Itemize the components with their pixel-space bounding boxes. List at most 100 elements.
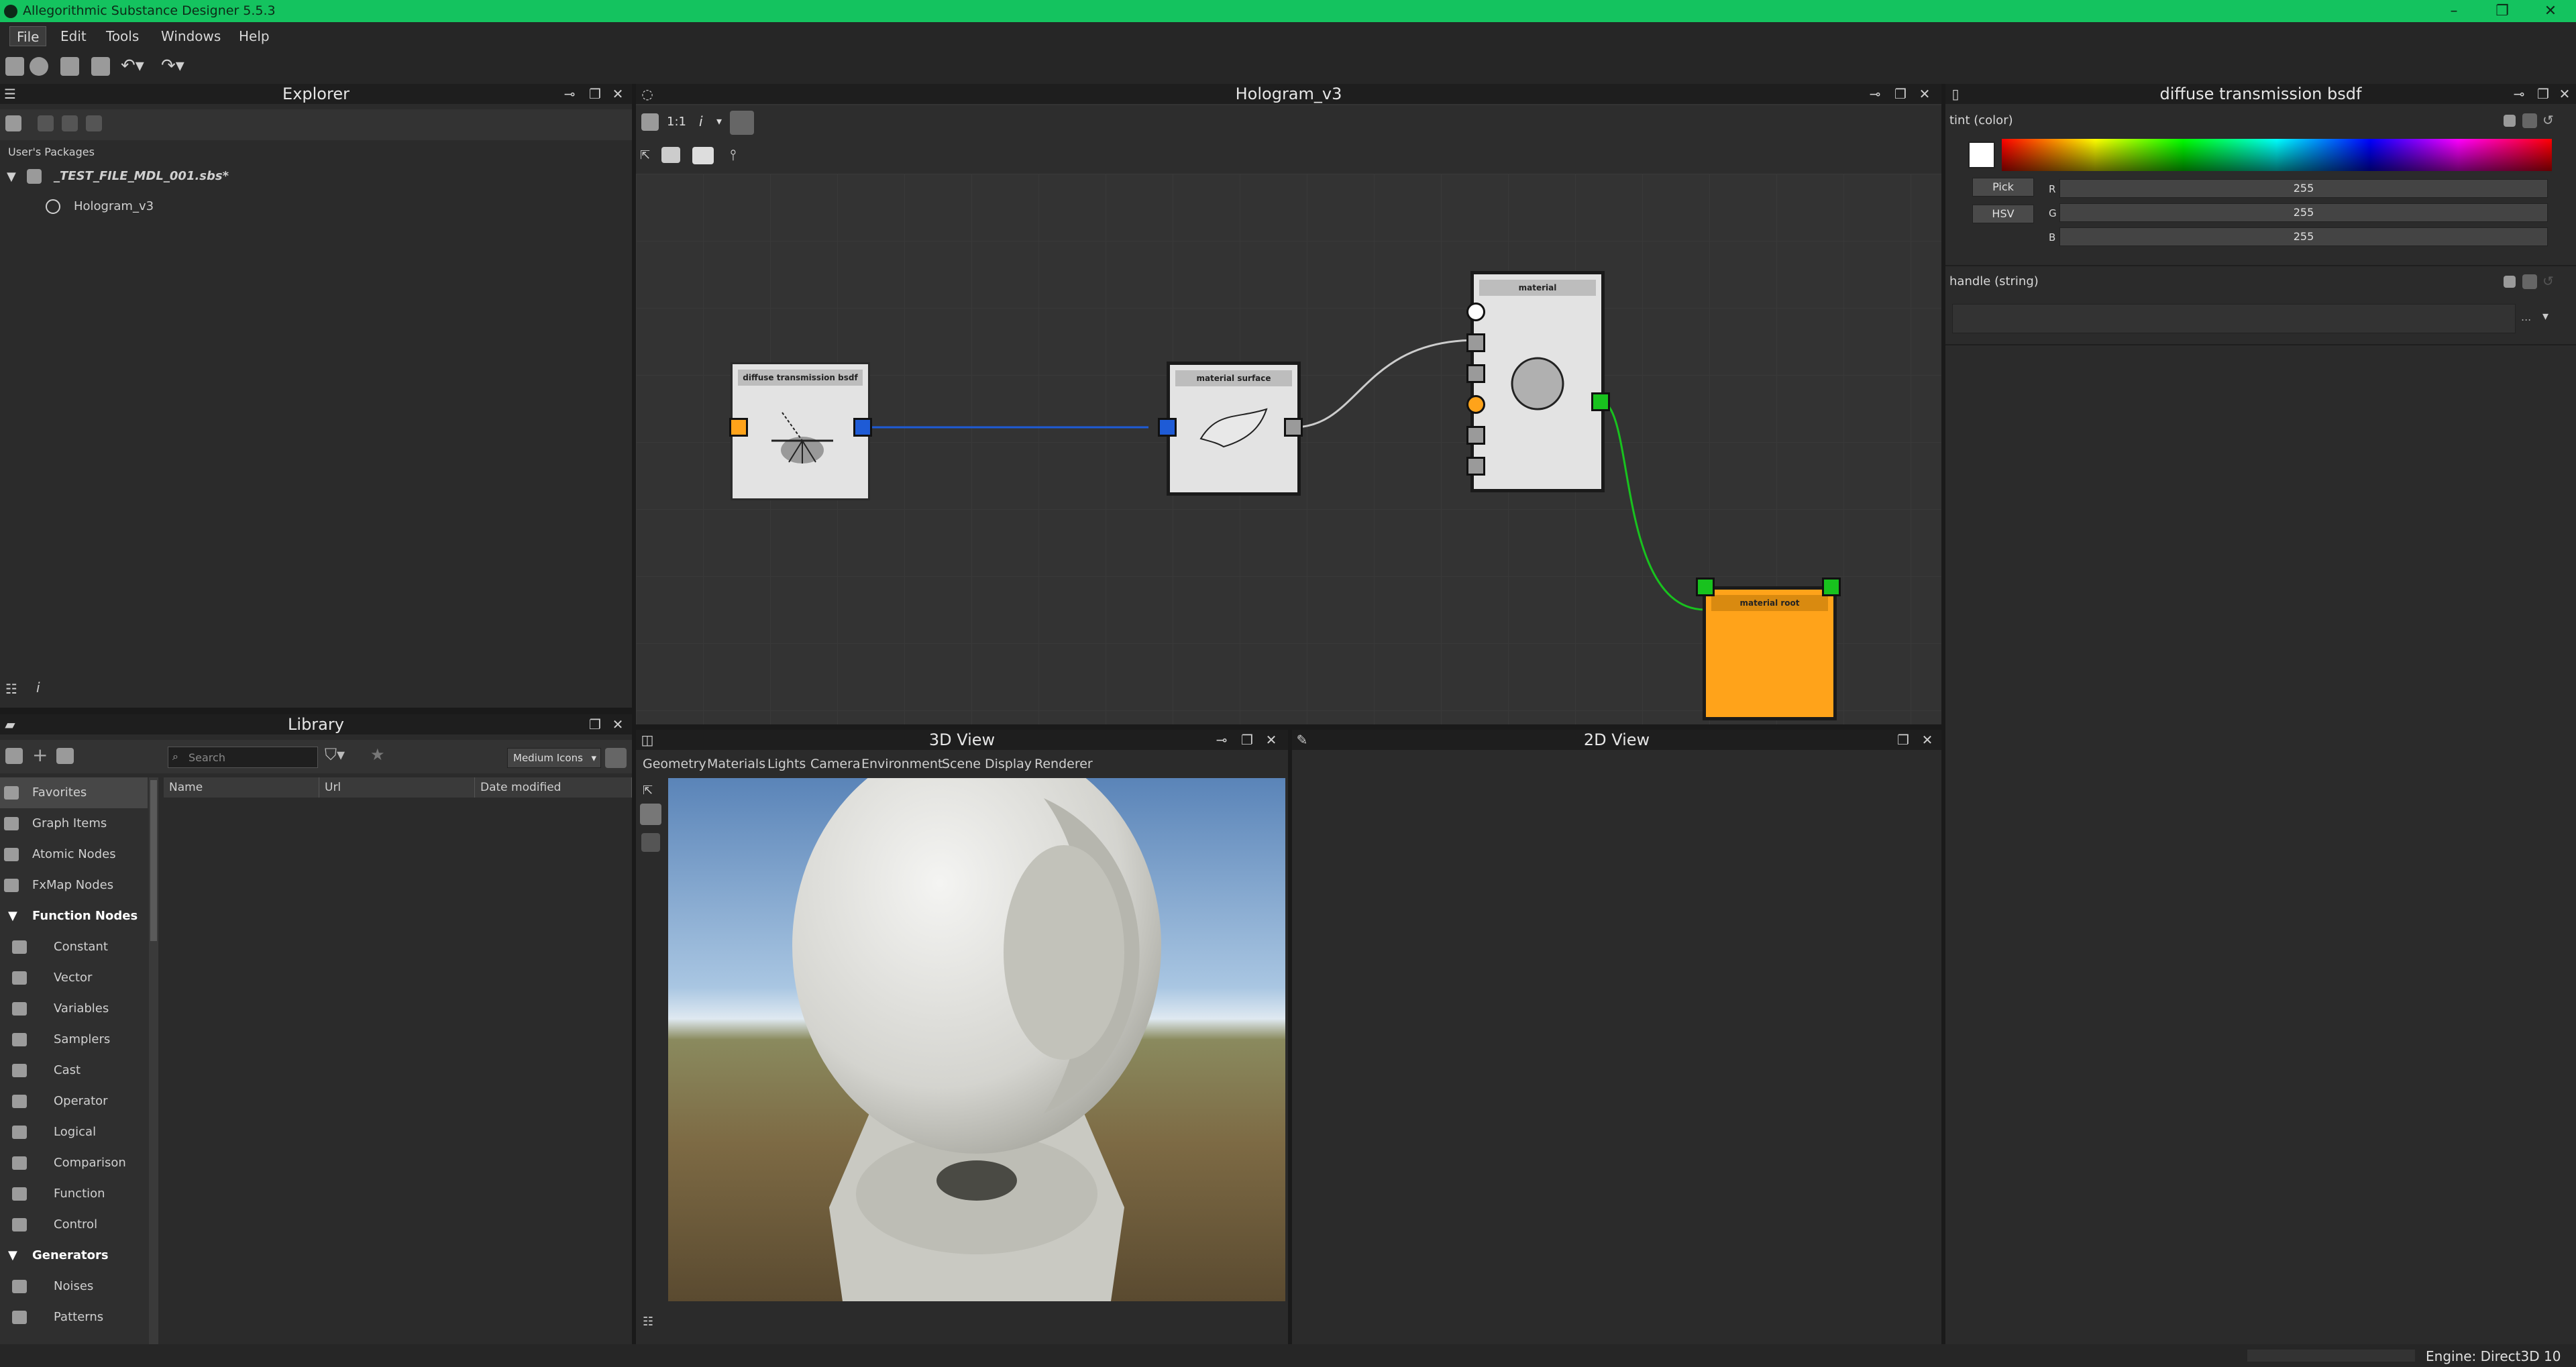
function-icon[interactable] <box>2522 113 2537 128</box>
port-input-backface[interactable] <box>1466 364 1485 383</box>
camera-tool-icon[interactable] <box>640 804 661 825</box>
port-input-surface[interactable] <box>1466 333 1485 352</box>
library-item-constant[interactable]: Constant <box>0 932 148 963</box>
view-mode-select[interactable]: Medium Icons ▾ <box>507 748 601 768</box>
export-icon[interactable] <box>86 115 102 131</box>
minimize-icon[interactable]: – <box>2434 0 2474 22</box>
hsv-button[interactable]: HSV <box>1972 205 2034 223</box>
expose-icon[interactable] <box>2504 276 2516 288</box>
restore-icon[interactable]: ❐ <box>2482 0 2522 22</box>
library-item-generators[interactable]: ▼ Generators <box>0 1240 148 1271</box>
r-slider[interactable]: 255 <box>2059 179 2548 198</box>
info-icon[interactable]: i <box>36 679 40 696</box>
external-link-icon[interactable]: ⇱ <box>640 148 650 162</box>
tab-materials[interactable]: Materials <box>707 754 765 774</box>
menu-edit[interactable]: Edit <box>54 26 93 46</box>
close-window-icon[interactable]: ✕ <box>2530 0 2571 22</box>
chevron-down-icon[interactable]: ▾ <box>716 115 722 127</box>
expand-arrow-icon[interactable]: ▼ <box>8 901 17 932</box>
reset-icon[interactable]: ↺ <box>2542 273 2554 289</box>
port-input-tint[interactable] <box>729 418 748 437</box>
tab-camera[interactable]: Camera <box>810 754 861 774</box>
expand-arrow-icon[interactable]: ▼ <box>7 170 16 184</box>
library-item-operator[interactable]: Operator <box>0 1086 148 1117</box>
library-item-function[interactable]: Function <box>0 1179 148 1209</box>
tab-scene[interactable]: Scene <box>942 754 981 774</box>
port-output-surface[interactable] <box>1284 418 1303 437</box>
expose-icon[interactable] <box>2504 115 2516 127</box>
add-folder-icon[interactable] <box>5 748 23 764</box>
menu-windows[interactable]: Windows <box>154 26 227 46</box>
tree-scrollbar[interactable] <box>149 777 158 1344</box>
float-icon[interactable]: ❐ <box>588 87 602 101</box>
port-input-volume[interactable] <box>1466 426 1485 445</box>
port-output-material[interactable] <box>1591 392 1610 411</box>
light-tool-icon[interactable] <box>641 833 660 852</box>
zoom-1to1-button[interactable]: 1:1 <box>667 115 686 129</box>
library-item-noises[interactable]: Noises <box>0 1271 148 1302</box>
library-item-favorites[interactable]: Favorites <box>0 777 148 808</box>
port-output-root[interactable] <box>1822 578 1841 596</box>
library-item-function-nodes[interactable]: ▼ Function Nodes <box>0 901 148 932</box>
library-item-atomic-nodes[interactable]: Atomic Nodes <box>0 839 148 870</box>
edit-icon[interactable] <box>56 748 74 764</box>
new-package-icon[interactable] <box>5 57 24 76</box>
close-icon[interactable]: ✕ <box>610 717 625 732</box>
node-diffuse-transmission-bsdf[interactable]: diffuse transmission bsdf <box>731 362 870 500</box>
port-output-bsdf[interactable] <box>853 418 872 437</box>
viewport-3d[interactable] <box>668 778 1285 1301</box>
splitter[interactable] <box>0 708 632 714</box>
menu-tools[interactable]: Tools <box>99 26 146 46</box>
hue-spectrum[interactable] <box>2002 139 2552 171</box>
folder-icon[interactable]: ▰ <box>3 717 17 732</box>
float-icon[interactable]: ❐ <box>588 717 602 732</box>
close-icon[interactable]: ✕ <box>1920 732 1935 747</box>
view-toggle-icon[interactable] <box>605 748 627 768</box>
handle-dropdown-icon[interactable]: ▾ <box>2542 309 2548 323</box>
column-date-modified[interactable]: Date modified <box>475 777 632 798</box>
library-item-vector[interactable]: Vector <box>0 963 148 993</box>
reset-icon[interactable]: ↺ <box>2542 112 2554 128</box>
library-item-patterns[interactable]: Patterns <box>0 1302 148 1333</box>
splitter[interactable] <box>636 724 1941 730</box>
port-input-scattering[interactable] <box>1158 418 1177 437</box>
port-input-material[interactable] <box>1696 578 1715 596</box>
node-material-root[interactable]: material root <box>1703 586 1837 720</box>
tab-geometry[interactable]: Geometry <box>643 754 706 774</box>
column-name[interactable]: Name <box>164 777 319 798</box>
graph-item[interactable]: Hologram_v3 <box>74 199 154 213</box>
node-material[interactable]: material <box>1470 271 1605 492</box>
pin-icon[interactable]: ⊸ <box>1868 87 1882 101</box>
comment-icon[interactable] <box>661 147 680 163</box>
handle-input[interactable] <box>1952 304 2516 333</box>
tree-view-icon[interactable]: ☷ <box>5 681 17 697</box>
publish-icon[interactable] <box>62 115 78 131</box>
graph-canvas[interactable]: diffuse transmission bsdf material surfa… <box>636 174 1941 724</box>
snap-grid-icon[interactable] <box>730 111 754 135</box>
star-icon[interactable]: ★ <box>370 745 385 764</box>
function-icon[interactable] <box>2522 274 2537 289</box>
pin-icon[interactable]: ⊸ <box>1214 732 1229 747</box>
close-icon[interactable]: ✕ <box>610 87 625 101</box>
port-input-ior[interactable] <box>1466 395 1485 414</box>
pick-button[interactable]: Pick <box>1972 178 2034 197</box>
float-icon[interactable]: ❐ <box>1896 732 1911 747</box>
float-icon[interactable]: ❐ <box>1240 732 1254 747</box>
filter-icon[interactable]: ⛉▾ <box>325 745 345 764</box>
color-swatch[interactable] <box>1968 142 1995 168</box>
column-url[interactable]: Url <box>319 777 475 798</box>
menu-file[interactable]: File <box>9 26 47 46</box>
explorer-menu-icon[interactable]: ☰ <box>3 87 17 101</box>
redo-icon[interactable]: ↷▾ <box>161 56 184 76</box>
search-input[interactable]: ⌕ Search <box>168 747 318 768</box>
tab-lights[interactable]: Lights <box>767 754 806 774</box>
fit-view-icon[interactable] <box>641 113 659 131</box>
pin-node-icon[interactable]: ⫯ <box>730 147 737 164</box>
tree-view-icon[interactable]: ☷ <box>643 1315 653 1329</box>
tab-environment[interactable]: Environment <box>861 754 943 774</box>
tab-display[interactable]: Display <box>985 754 1032 774</box>
pin-icon[interactable]: ⊸ <box>562 87 577 101</box>
undo-icon[interactable]: ↶▾ <box>121 56 144 76</box>
package-item[interactable]: _TEST_FILE_MDL_001.sbs* <box>54 169 229 183</box>
library-item-variables[interactable]: Variables <box>0 993 148 1024</box>
